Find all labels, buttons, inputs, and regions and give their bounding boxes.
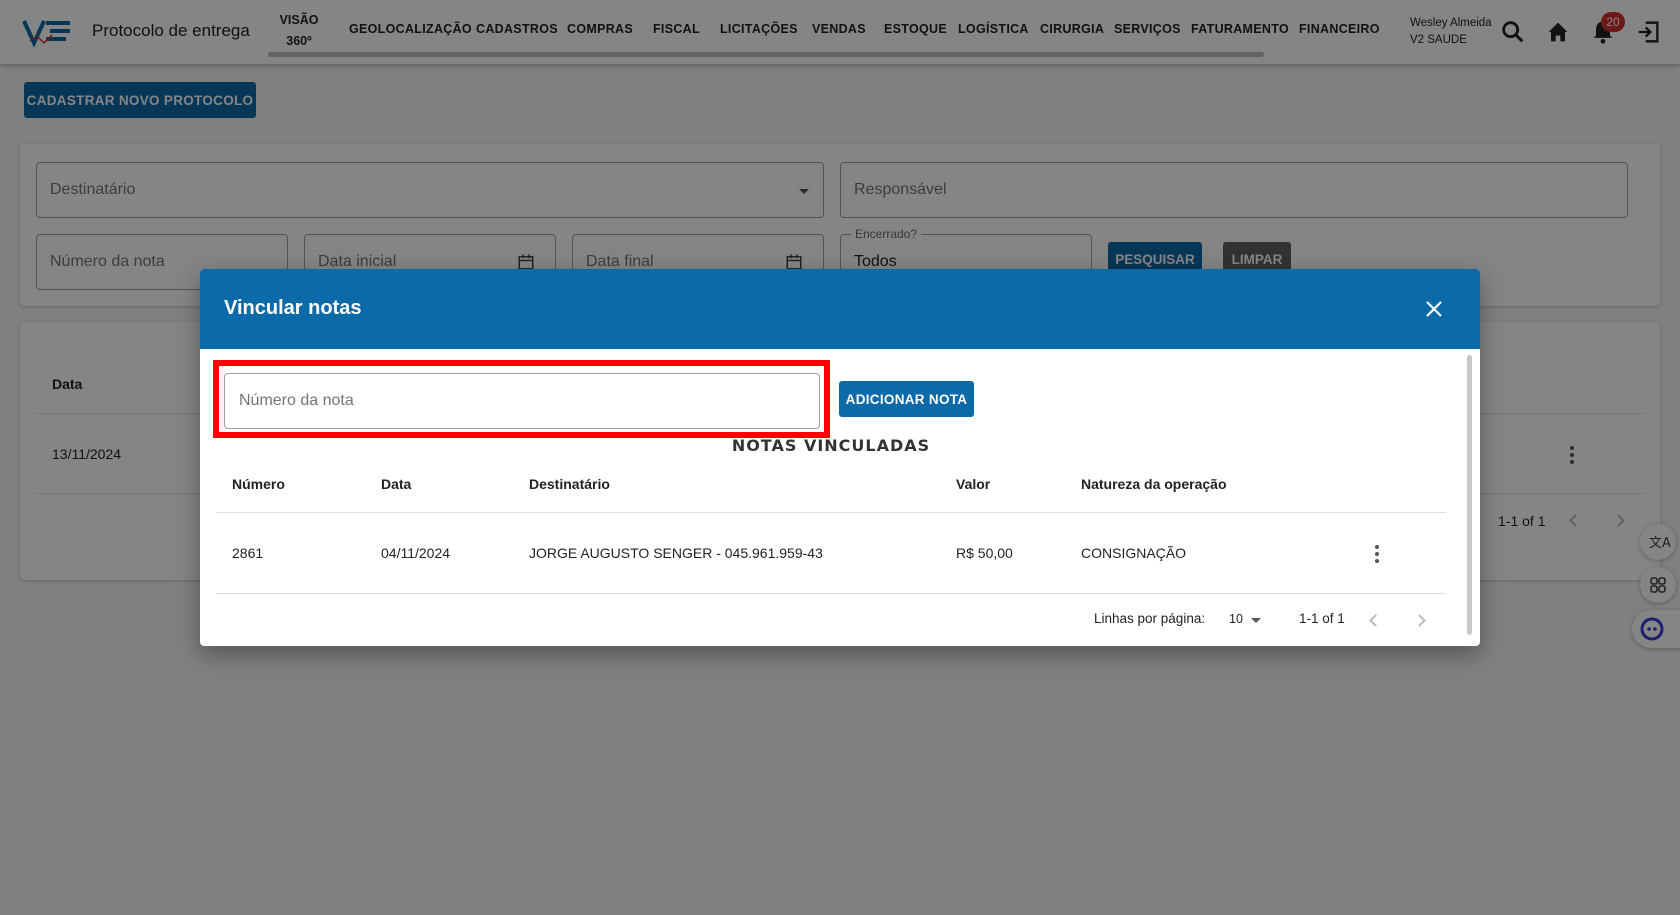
cell-valor: R$ 50,00 xyxy=(956,545,1013,561)
column-header-valor[interactable]: Valor xyxy=(956,476,990,492)
divider xyxy=(216,512,1446,513)
chevron-right-icon[interactable] xyxy=(1413,614,1426,627)
add-note-button[interactable]: ADICIONAR NOTA xyxy=(839,381,974,417)
close-icon[interactable] xyxy=(1422,297,1446,321)
cell-numero: 2861 xyxy=(232,545,264,561)
column-header-natureza[interactable]: Natureza da operação xyxy=(1081,476,1227,492)
dialog-scrollbar[interactable] xyxy=(1467,355,1472,635)
column-header-numero[interactable]: Número xyxy=(232,476,285,492)
chevron-left-icon[interactable] xyxy=(1369,614,1382,627)
vincular-notas-dialog: Vincular notas ADICIONAR NOTA NOTAS VINC… xyxy=(200,269,1480,646)
cell-data: 04/11/2024 xyxy=(381,545,451,561)
page-range: 1-1 of 1 xyxy=(1299,611,1345,626)
rows-per-page-label: Linhas por página: xyxy=(1094,611,1206,626)
divider xyxy=(216,593,1446,594)
column-header-data[interactable]: Data xyxy=(381,476,411,492)
linked-notes-title: NOTAS VINCULADAS xyxy=(731,436,931,455)
cell-destinatario: JORGE AUGUSTO SENGER - 045.961.959-43 xyxy=(529,545,823,561)
rows-per-page-select[interactable]: 10 xyxy=(1229,612,1269,630)
column-header-destinatario[interactable]: Destinatário xyxy=(529,476,610,492)
chevron-down-icon xyxy=(1251,618,1261,623)
note-number-input[interactable] xyxy=(224,373,820,429)
dialog-title: Vincular notas xyxy=(224,297,362,319)
cell-natureza: CONSIGNAÇÃO xyxy=(1081,545,1187,561)
more-vert-icon[interactable] xyxy=(1375,545,1379,566)
dialog-header: Vincular notas xyxy=(200,269,1480,349)
